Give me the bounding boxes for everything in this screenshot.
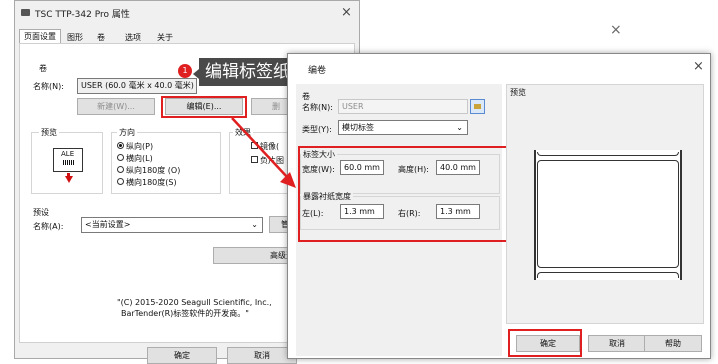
arrow-line xyxy=(231,117,289,179)
annotation-arrow xyxy=(231,117,296,188)
arrow-head-icon xyxy=(280,172,296,188)
